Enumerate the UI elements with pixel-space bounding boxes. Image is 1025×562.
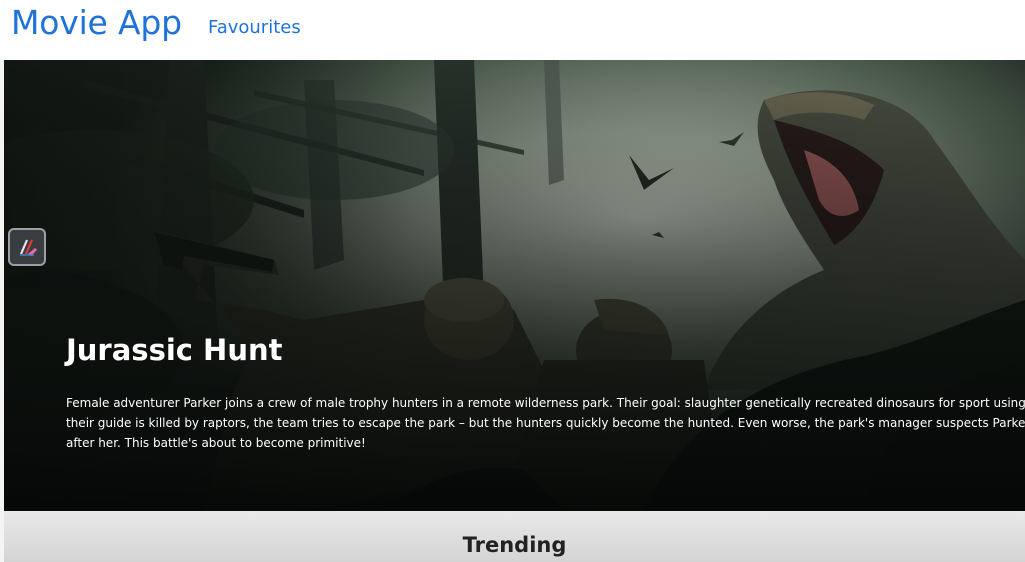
hero-banner: Jurassic Hunt Female adventurer Parker j… bbox=[4, 60, 1025, 511]
pen-extension-icon bbox=[19, 239, 37, 256]
trending-heading: Trending bbox=[462, 533, 567, 557]
trending-section: Trending bbox=[4, 511, 1025, 562]
pen-extension-button[interactable] bbox=[8, 228, 46, 266]
navbar: Movie App Favourites bbox=[0, 0, 1025, 60]
movie-title: Jurassic Hunt bbox=[66, 333, 283, 367]
brand-logo[interactable]: Movie App bbox=[11, 4, 182, 42]
description-line: Female adventurer Parker joins a crew of… bbox=[66, 396, 1025, 410]
description-line: their guide is killed by raptors, the te… bbox=[66, 416, 1025, 430]
description-line: after her. This battle's about to become… bbox=[66, 436, 366, 450]
movie-description: Female adventurer Parker joins a crew of… bbox=[66, 393, 1025, 453]
nav-link-favourites[interactable]: Favourites bbox=[208, 17, 301, 39]
